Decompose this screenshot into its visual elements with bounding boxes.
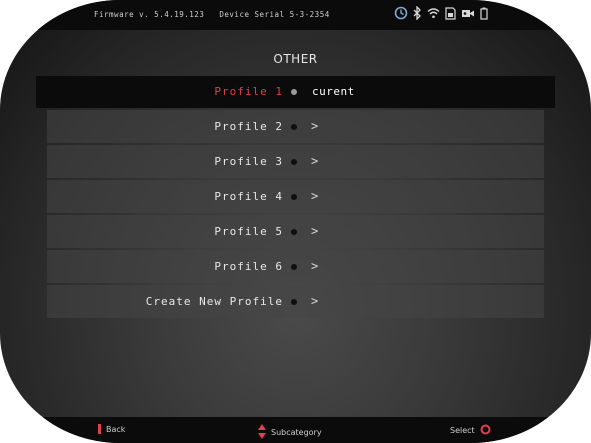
menu-item-profile-4[interactable]: Profile 4 > xyxy=(47,180,544,213)
bullet-dot-icon xyxy=(291,89,297,95)
select-label: Select xyxy=(450,426,475,435)
bullet-dot-icon xyxy=(291,194,297,200)
status-icons xyxy=(394,6,488,20)
timer-icon xyxy=(394,6,408,20)
bullet-dot-icon xyxy=(291,159,297,165)
menu-item-profile-2[interactable]: Profile 2 > xyxy=(47,110,544,143)
menu-item-profile-6[interactable]: Profile 6 > xyxy=(47,250,544,283)
firmware-serial-text: Firmware v. 5.4.19.123 Device Serial 5-3… xyxy=(94,10,330,19)
chevron-right-icon: > xyxy=(311,259,319,273)
menu-item-label: Profile 6 xyxy=(214,260,283,273)
device-screen: Firmware v. 5.4.19.123 Device Serial 5-3… xyxy=(0,0,591,443)
menu-item-profile-1[interactable]: Profile 1 curent xyxy=(36,76,555,108)
menu-item-value: curent xyxy=(312,85,355,98)
up-down-arrows-icon xyxy=(258,424,266,441)
menu-item-label: Profile 1 xyxy=(214,85,283,98)
chevron-right-icon: > xyxy=(311,189,319,203)
firmware-version: Firmware v. 5.4.19.123 xyxy=(94,10,205,19)
video-camera-icon xyxy=(461,8,475,19)
chevron-right-icon: > xyxy=(311,119,319,133)
chevron-right-icon: > xyxy=(311,224,319,238)
menu-item-label: Profile 5 xyxy=(214,225,283,238)
sd-card-icon xyxy=(445,6,456,20)
back-button-icon xyxy=(98,424,101,434)
menu-item-create-new-profile[interactable]: Create New Profile > xyxy=(47,285,544,318)
bullet-dot-icon xyxy=(291,124,297,130)
subcategory-label: Subcategory xyxy=(271,428,322,437)
back-hint[interactable]: Back xyxy=(98,424,125,434)
battery-icon xyxy=(480,7,488,20)
chevron-right-icon: > xyxy=(311,154,319,168)
bullet-dot-icon xyxy=(291,229,297,235)
menu-item-label: Create New Profile xyxy=(145,295,283,308)
button-hint-bar: Back Subcategory Select xyxy=(0,417,591,443)
status-bar: Firmware v. 5.4.19.123 Device Serial 5-3… xyxy=(0,0,591,30)
bluetooth-icon xyxy=(413,6,422,20)
bullet-dot-icon xyxy=(291,264,297,270)
select-button-icon xyxy=(480,424,491,437)
wifi-icon xyxy=(427,7,440,19)
menu-item-profile-3[interactable]: Profile 3 > xyxy=(47,145,544,178)
back-label: Back xyxy=(106,424,126,434)
select-hint[interactable]: Select xyxy=(450,424,491,437)
menu-item-profile-5[interactable]: Profile 5 > xyxy=(47,215,544,248)
device-serial: Device Serial 5-3-2354 xyxy=(219,10,330,19)
menu-item-label: Profile 3 xyxy=(214,155,283,168)
bullet-dot-icon xyxy=(291,299,297,305)
subcategory-hint[interactable]: Subcategory xyxy=(258,424,322,441)
menu-item-label: Profile 4 xyxy=(214,190,283,203)
chevron-right-icon: > xyxy=(311,294,319,308)
menu-item-label: Profile 2 xyxy=(214,120,283,133)
profile-list: Profile 1 curent Profile 2 > Profile 3 >… xyxy=(36,76,555,320)
menu-title: OTHER xyxy=(273,52,318,66)
